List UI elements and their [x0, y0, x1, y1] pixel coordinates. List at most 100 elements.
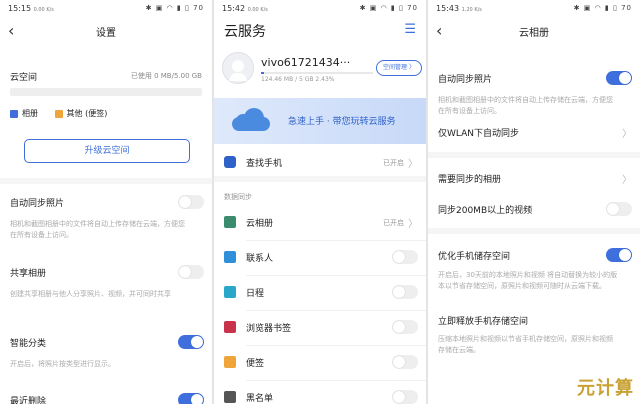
banner-text: 急速上手 · 带您玩转云服务 — [288, 117, 396, 127]
storage-text: 124.46 MB / 5 GB 2.43% — [261, 76, 335, 83]
sync-item-label: 日程 — [246, 289, 265, 299]
recent-delete-label: 最近删除 — [10, 397, 47, 404]
cloud-service-panel: 15:42 0.00 K/s ✱ ▣ ◠ ▮ ▯ 70 云服务 ☰ vivo61… — [214, 0, 426, 404]
status-speed: 0.00 K/s — [247, 6, 268, 13]
sync-item-label: 云相册 — [246, 219, 274, 229]
legend-album-label: 相册 — [22, 109, 38, 118]
page-title: 云相册 — [519, 27, 549, 39]
status-icons: ✱ ▣ ◠ ▮ ▯ 70 — [359, 4, 418, 12]
sync-item-toggle[interactable] — [392, 355, 418, 369]
storage-progress-bar — [261, 72, 373, 74]
cloud-icon — [232, 108, 270, 131]
avatar[interactable] — [222, 52, 254, 84]
cloud-space-label: 云空间 — [10, 73, 38, 83]
upgrade-cloud-button[interactable]: 升级云空间 — [24, 139, 190, 163]
sync-item-icon — [224, 216, 236, 228]
sync-item-label: 浏览器书签 — [246, 324, 292, 334]
storage-progress-fill — [261, 72, 265, 74]
legend-album-swatch — [10, 109, 18, 118]
video-sync-label: 同步200MB以上的视频 — [438, 206, 533, 216]
space-manage-button[interactable]: 空间管理 〉 — [376, 60, 422, 76]
back-arrow-icon[interactable]: ‹ — [436, 22, 442, 40]
sync-item-toggle[interactable] — [392, 250, 418, 264]
page-title: 设置 — [96, 27, 116, 39]
status-bar: 15:43 1.20 K/s ✱ ▣ ◠ ▮ ▯ 70 — [428, 0, 640, 16]
recent-delete-toggle[interactable] — [178, 393, 204, 404]
username: vivo61721434··· — [261, 56, 351, 69]
auto-sync-toggle[interactable] — [606, 71, 632, 85]
wlan-only-label[interactable]: 仅WLAN下自动同步 — [438, 126, 630, 139]
row-divider — [246, 345, 426, 346]
auto-sync-toggle[interactable] — [178, 195, 204, 209]
shared-album-label: 共享相册 — [10, 269, 47, 279]
optimize-storage-toggle[interactable] — [606, 248, 632, 262]
legend-other-label: 其他 (便签) — [66, 109, 108, 118]
status-speed: 0.00 K/s — [33, 6, 54, 13]
sync-item-status: 已开启 — [383, 219, 404, 227]
chevron-right-icon: 〉 — [408, 159, 418, 170]
auto-sync-label: 自动同步照片 — [10, 199, 65, 209]
nav-bar: ‹ 设置 — [0, 16, 212, 46]
auto-sync-hint: 相机和截图相册中的文件将自动上传存储在云端，方便您在所有设备上访问。 — [10, 220, 185, 239]
chevron-right-icon: 〉 — [408, 219, 418, 230]
cloud-space-row: 云空间 已使用 0 MB/5.00 GB — [10, 70, 202, 83]
menu-lines-icon[interactable]: ☰ — [404, 22, 416, 37]
status-speed: 1.20 K/s — [461, 6, 482, 13]
sync-item-toggle[interactable] — [392, 285, 418, 299]
data-sync-header: 数据同步 — [224, 193, 252, 201]
status-icons: ✱ ▣ ◠ ▮ ▯ 70 — [573, 4, 632, 12]
row-divider — [246, 310, 426, 311]
smart-class-hint: 开启后，将照片按类型进行显示。 — [10, 360, 115, 368]
shared-album-hint: 创建共享相册与他人分享照片、视频，并可同时共享 — [10, 290, 171, 298]
cloud-usage-text: 已使用 0 MB/5.00 GB — [130, 72, 202, 80]
status-bar: 15:15 0.00 K/s ✱ ▣ ◠ ▮ ▯ 70 — [0, 0, 212, 16]
sync-item-label: 便签 — [246, 359, 265, 369]
sync-item-icon — [224, 286, 236, 298]
find-phone-label[interactable]: 查找手机 — [246, 156, 282, 169]
status-time: 15:42 — [222, 3, 246, 13]
storage-bar — [10, 88, 202, 96]
back-arrow-icon[interactable]: ‹ — [8, 22, 14, 40]
section-divider — [0, 178, 212, 184]
status-time: 15:43 — [436, 3, 460, 13]
storage-legend: 相册 其他 (便签) — [10, 108, 202, 119]
find-phone-status: 已开启 — [383, 159, 404, 167]
legend-other-swatch — [54, 109, 63, 118]
sync-item-label: 黑名单 — [246, 394, 274, 404]
nav-bar: 云服务 ☰ — [214, 16, 426, 46]
sync-item-label: 联系人 — [246, 254, 274, 264]
row-divider — [246, 240, 426, 241]
section-divider — [428, 228, 640, 234]
sync-item-icon — [224, 321, 236, 333]
video-sync-toggle[interactable] — [606, 202, 632, 216]
smart-class-label: 智能分类 — [10, 339, 47, 349]
settings-panel: 15:15 0.00 K/s ✱ ▣ ◠ ▮ ▯ 70 ‹ 设置 云空间 已使用… — [0, 0, 212, 404]
smart-class-toggle[interactable] — [178, 335, 204, 349]
row-divider — [246, 380, 426, 381]
free-storage-hint: 压缩本地照片和视频以节省手机存储空间，原照片和视频存储在云端。 — [438, 335, 613, 354]
auto-sync-hint: 相机和截图相册中的文件将自动上传存储在云端，方便您在所有设备上访问。 — [438, 96, 613, 115]
sync-item-toggle[interactable] — [392, 390, 418, 404]
chevron-right-icon: 〉 — [622, 175, 632, 186]
sync-item-icon — [224, 356, 236, 368]
optimize-storage-hint: 开启后，30天前的本地照片和视频 将自动替换为较小的版本以节省存储空间，原照片和… — [438, 271, 618, 290]
status-bar: 15:42 0.00 K/s ✱ ▣ ◠ ▮ ▯ 70 — [214, 0, 426, 16]
chevron-right-icon: 〉 — [622, 129, 632, 140]
shared-album-toggle[interactable] — [178, 265, 204, 279]
sync-item-toggle[interactable] — [392, 320, 418, 334]
watermark-logo: 元计算 — [577, 378, 634, 399]
section-divider — [428, 152, 640, 158]
nav-bar: ‹ 云相册 — [428, 16, 640, 46]
sync-item-icon — [224, 251, 236, 263]
sync-item-icon — [224, 391, 236, 403]
find-phone-icon — [224, 156, 236, 168]
albums-to-sync-label[interactable]: 需要同步的相册 — [438, 172, 630, 185]
page-title: 云服务 — [224, 24, 266, 40]
auto-sync-label: 自动同步照片 — [438, 75, 493, 85]
status-icons: ✱ ▣ ◠ ▮ ▯ 70 — [145, 4, 204, 12]
optimize-storage-label: 优化手机储存空间 — [438, 252, 511, 262]
free-storage-label[interactable]: 立即释放手机存储空间 — [438, 314, 630, 327]
row-divider — [246, 275, 426, 276]
quickstart-banner[interactable]: 急速上手 · 带您玩转云服务 — [214, 98, 426, 144]
section-divider — [214, 176, 426, 182]
